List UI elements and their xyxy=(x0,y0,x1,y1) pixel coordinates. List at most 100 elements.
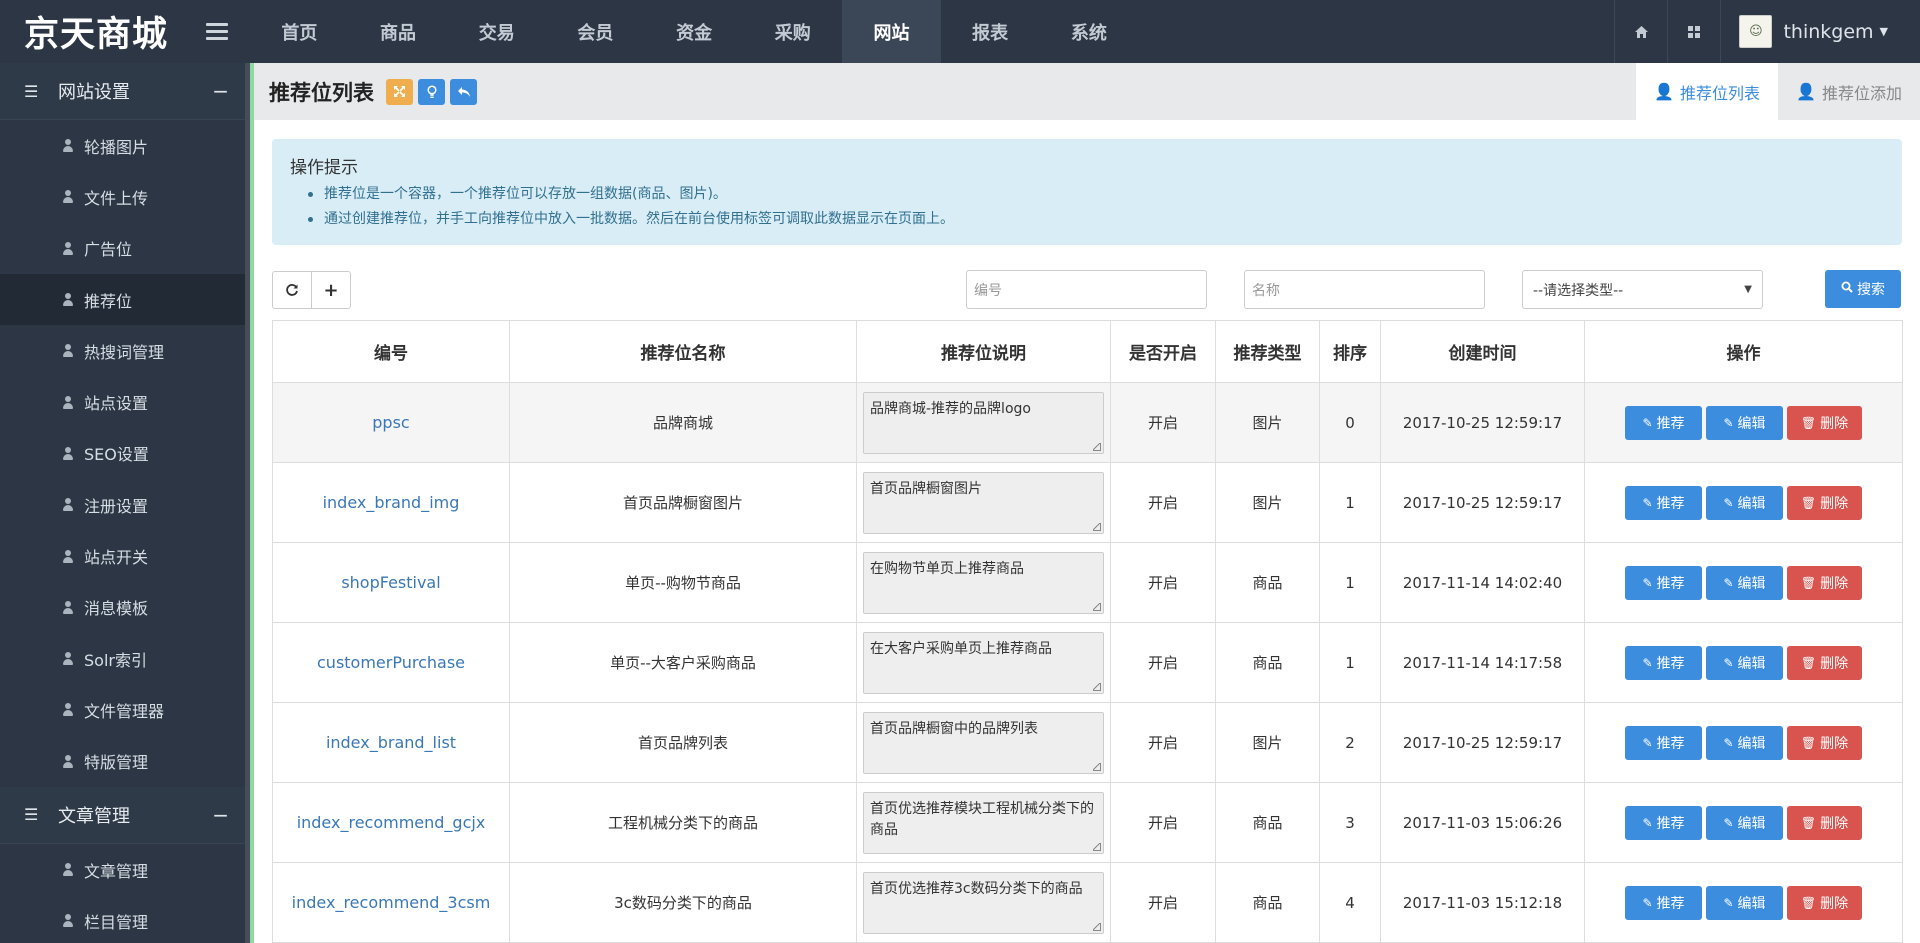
type-select[interactable]: --请选择类型-- ▼ xyxy=(1522,270,1763,309)
sidebar-item-recommend-slot[interactable]: 推荐位 xyxy=(0,273,245,326)
edit-button[interactable]: ✎ 编辑 xyxy=(1706,645,1783,680)
desc-textarea[interactable]: 首页品牌橱窗中的品牌列表 xyxy=(863,711,1104,774)
code-filter-input[interactable]: 编号 xyxy=(966,270,1207,309)
desc-textarea[interactable]: 在大客户采购单页上推荐商品 xyxy=(863,631,1104,694)
fullscreen-icon[interactable] xyxy=(386,78,413,105)
cell-desc: 在大客户采购单页上推荐商品 xyxy=(856,622,1111,703)
edit-button[interactable]: ✎ 编辑 xyxy=(1706,485,1783,520)
sidebar-item-article-manage[interactable]: 文章管理 xyxy=(0,844,245,895)
edit-button[interactable]: ✎ 编辑 xyxy=(1706,805,1783,840)
sidebar-item-column-manage[interactable]: 栏目管理 xyxy=(0,895,245,943)
nav-item-system[interactable]: 系统 xyxy=(1040,0,1139,63)
sidebar-group-site-settings[interactable]: ☰ 网站设置 − xyxy=(0,63,245,120)
cell-code[interactable]: ppsc xyxy=(272,382,510,463)
tab-recommend-add[interactable]: 👤 推荐位添加 xyxy=(1778,63,1920,120)
cell-code[interactable]: index_recommend_3csm xyxy=(272,862,510,943)
column-header[interactable]: 是否开启 xyxy=(1110,320,1216,383)
sidebar-item-solr[interactable]: Solr索引 xyxy=(0,633,245,684)
nav-item-website[interactable]: 网站 xyxy=(842,0,941,63)
desc-textarea[interactable]: 首页优选推荐3c数码分类下的商品 xyxy=(863,871,1104,934)
lightbulb-icon[interactable] xyxy=(418,78,445,105)
nav-item-trade[interactable]: 交易 xyxy=(447,0,546,63)
nav-item-purchase[interactable]: 采购 xyxy=(743,0,842,63)
column-header[interactable]: 排序 xyxy=(1319,320,1381,383)
edit-button[interactable]: ✎ 编辑 xyxy=(1706,565,1783,600)
user-icon xyxy=(62,344,74,358)
recommend-button[interactable]: ✎ 推荐 xyxy=(1625,645,1702,680)
back-icon[interactable] xyxy=(450,78,477,105)
delete-button[interactable]: 🗑 删除 xyxy=(1787,405,1862,440)
table-row: shopFestival 单页--购物节商品 在购物节单页上推荐商品 开启 商品 1 201… xyxy=(272,542,1903,623)
sidebar-item-ad-slot[interactable]: 广告位 xyxy=(0,223,245,274)
column-header[interactable]: 创建时间 xyxy=(1380,320,1585,383)
sidebar-item-site-switch[interactable]: 站点开关 xyxy=(0,530,245,581)
column-header[interactable]: 推荐位说明 xyxy=(856,320,1111,383)
search-icon xyxy=(1841,281,1853,297)
nav-item-goods[interactable]: 商品 xyxy=(349,0,448,63)
sidebar-item-site-settings[interactable]: 站点设置 xyxy=(0,376,245,427)
sidebar-item-hot-search[interactable]: 热搜词管理 xyxy=(0,325,245,376)
trash-icon: 🗑 xyxy=(1800,895,1817,910)
delete-button-label: 删除 xyxy=(1820,575,1849,592)
delete-button[interactable]: 🗑 删除 xyxy=(1787,645,1862,680)
cell-code[interactable]: shopFestival xyxy=(272,542,510,623)
edit-button[interactable]: ✎ 编辑 xyxy=(1706,885,1783,920)
sidebar-item-register[interactable]: 注册设置 xyxy=(0,479,245,530)
page-title: 推荐位列表 xyxy=(269,80,374,105)
brand-logo[interactable]: 京天商城 xyxy=(0,0,250,63)
recommend-button[interactable]: ✎ 推荐 xyxy=(1625,805,1702,840)
column-header[interactable]: 编号 xyxy=(272,320,510,383)
nav-item-funds[interactable]: 资金 xyxy=(645,0,744,63)
delete-button[interactable]: 🗑 删除 xyxy=(1787,485,1862,520)
nav-item-home[interactable]: 首页 xyxy=(250,0,349,63)
cell-code[interactable]: index_brand_img xyxy=(272,462,510,543)
tab-recommend-list[interactable]: 👤 推荐位列表 xyxy=(1636,63,1779,120)
column-header[interactable]: 推荐类型 xyxy=(1215,320,1320,383)
user-menu[interactable]: ☺ thinkgem ▼ xyxy=(1720,0,1920,63)
delete-button[interactable]: 🗑 删除 xyxy=(1787,805,1862,840)
collapse-icon[interactable]: − xyxy=(212,79,229,103)
nav-item-reports[interactable]: 报表 xyxy=(941,0,1040,63)
name-filter-input[interactable]: 名称 xyxy=(1244,270,1485,309)
add-button[interactable]: + xyxy=(311,271,351,309)
delete-button[interactable]: 🗑 删除 xyxy=(1787,565,1862,600)
sidebar-group-articles[interactable]: ☰ 文章管理 − xyxy=(0,786,245,844)
sidebar-item-seo[interactable]: SEO设置 xyxy=(0,428,245,479)
desc-textarea[interactable]: 品牌商城-推荐的品牌logo xyxy=(863,391,1104,454)
nav-item-member[interactable]: 会员 xyxy=(546,0,645,63)
search-button-label: 搜索 xyxy=(1857,282,1885,298)
recommend-button[interactable]: ✎ 推荐 xyxy=(1625,725,1702,760)
recommend-button[interactable]: ✎ 推荐 xyxy=(1625,485,1702,520)
refresh-button[interactable] xyxy=(272,271,312,309)
sidebar-item-message-template[interactable]: 消息模板 xyxy=(0,582,245,633)
home-icon[interactable] xyxy=(1614,0,1667,63)
cell-code[interactable]: customerPurchase xyxy=(272,622,510,703)
sidebar-item-file-manager[interactable]: 文件管理器 xyxy=(0,684,245,735)
trash-icon: 🗑 xyxy=(1800,815,1817,830)
column-header[interactable]: 推荐位名称 xyxy=(509,320,857,383)
search-button[interactable]: 搜索 xyxy=(1825,270,1901,308)
collapse-icon[interactable]: − xyxy=(212,803,229,827)
desc-textarea[interactable]: 首页品牌橱窗图片 xyxy=(863,471,1104,534)
sidebar-item-label: 注册设置 xyxy=(84,496,149,516)
edit-button[interactable]: ✎ 编辑 xyxy=(1706,405,1783,440)
recommend-button[interactable]: ✎ 推荐 xyxy=(1625,405,1702,440)
grid-icon[interactable] xyxy=(1667,0,1720,63)
recommend-button[interactable]: ✎ 推荐 xyxy=(1625,565,1702,600)
edit-button[interactable]: ✎ 编辑 xyxy=(1706,725,1783,760)
sidebar-item-file-upload[interactable]: 文件上传 xyxy=(0,171,245,222)
edit-button-label: 编辑 xyxy=(1737,895,1766,912)
recommend-button[interactable]: ✎ 推荐 xyxy=(1625,885,1702,920)
sidebar-item-special-edition[interactable]: 特版管理 xyxy=(0,736,245,787)
menu-toggle-icon[interactable] xyxy=(206,23,228,40)
delete-button[interactable]: 🗑 删除 xyxy=(1787,725,1862,760)
recommend-button-label: 推荐 xyxy=(1656,495,1685,512)
sidebar-item-carousel[interactable]: 轮播图片 xyxy=(0,120,245,171)
cell-enabled: 开启 xyxy=(1110,702,1216,783)
desc-textarea[interactable]: 在购物节单页上推荐商品 xyxy=(863,551,1104,614)
delete-button[interactable]: 🗑 删除 xyxy=(1787,885,1862,920)
table-row: index_brand_img 首页品牌橱窗图片 首页品牌橱窗图片 开启 图片 1 2017… xyxy=(272,462,1903,543)
cell-code[interactable]: index_recommend_gcjx xyxy=(272,782,510,863)
cell-code[interactable]: index_brand_list xyxy=(272,702,510,783)
desc-textarea[interactable]: 首页优选推荐模块工程机械分类下的商品 xyxy=(863,791,1104,854)
